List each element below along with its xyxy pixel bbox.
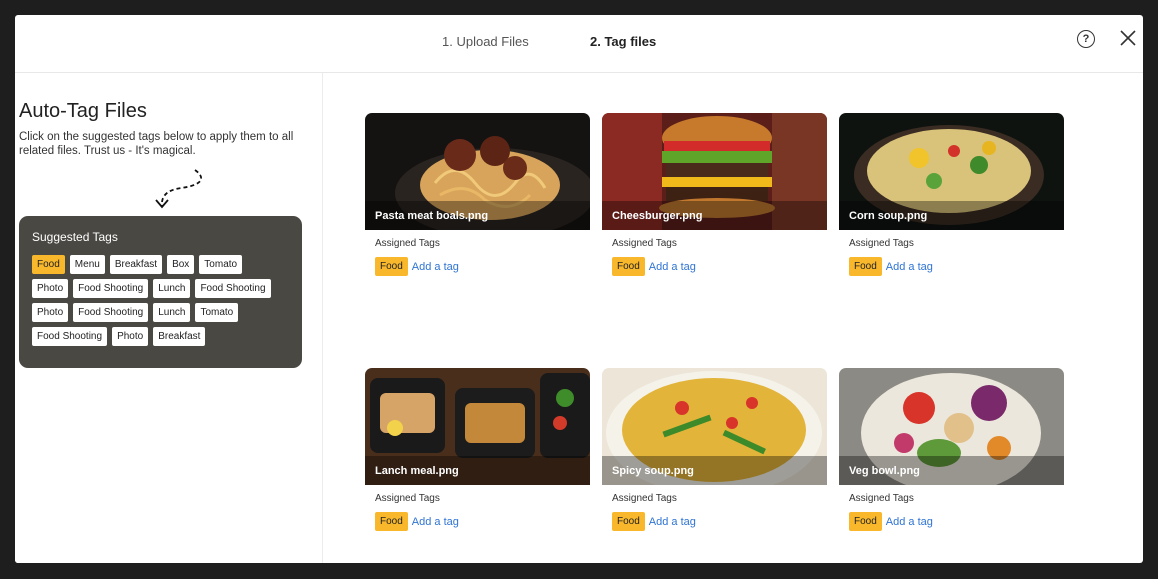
suggested-tag-chip[interactable]: Tomato (195, 303, 239, 322)
suggested-tag-chip[interactable]: Menu (69, 255, 105, 274)
file-card[interactable]: Cheesburger.png Assigned Tags Food Add a… (602, 113, 827, 276)
suggested-tags-panel: Suggested Tags Food Menu Breakfast Box Tomat… (19, 216, 302, 368)
assigned-tags: Food Add a tag (612, 257, 696, 276)
assigned-tags: Food Add a tag (375, 257, 459, 276)
assigned-tags: Food Add a tag (849, 512, 933, 531)
assigned-tags-label: Assigned Tags (849, 493, 914, 504)
tagging-dialog: 1. Upload Files 2. Tag files ? Auto-Tag … (15, 15, 1143, 563)
suggested-tags-list: Food Menu Breakfast Box Tomato Photo Food Shoo… (32, 255, 271, 351)
file-name: Spicy soup.png (612, 465, 694, 477)
suggested-tags-row: Food Menu Breakfast Box Tomato (32, 255, 271, 274)
file-name: Cheesburger.png (612, 210, 703, 222)
file-card[interactable]: Veg bowl.png Assigned Tags Food Add a ta… (839, 368, 1064, 531)
add-tag-link[interactable]: Add a tag (412, 516, 459, 528)
suggested-tag-chip[interactable]: Tomato (199, 255, 243, 274)
file-name: Lanch meal.png (375, 465, 459, 477)
suggested-tag-chip[interactable]: Box (167, 255, 195, 274)
sidebar-description: Click on the suggested tags below to app… (19, 131, 294, 157)
assigned-tags-label: Assigned Tags (612, 493, 677, 504)
assigned-tags: Food Add a tag (849, 257, 933, 276)
add-tag-link[interactable]: Add a tag (886, 516, 933, 528)
suggested-tag-chip[interactable]: Photo (32, 303, 69, 322)
assigned-tags-label: Assigned Tags (612, 238, 677, 249)
suggested-tag-chip[interactable]: Photo (32, 279, 69, 298)
suggested-tags-row: Photo Food Shooting Lunch Food Shooting (32, 279, 271, 298)
suggested-tag-chip[interactable]: Food Shooting (73, 303, 149, 322)
assigned-tags-label: Assigned Tags (849, 238, 914, 249)
suggested-tags-title: Suggested Tags (32, 230, 118, 244)
assigned-tags-label: Assigned Tags (375, 493, 440, 504)
sidebar: Auto-Tag Files Click on the suggested ta… (15, 73, 323, 563)
dashed-arrow-icon (155, 169, 202, 209)
suggested-tags-row: Food Shooting Photo Breakfast (32, 327, 271, 346)
suggested-tag-chip[interactable]: Breakfast (109, 255, 163, 274)
close-icon[interactable] (1119, 29, 1137, 47)
add-tag-link[interactable]: Add a tag (649, 516, 696, 528)
suggested-tag-chip[interactable]: Food Shooting (195, 279, 271, 298)
file-card[interactable]: Pasta meat boals.png Assigned Tags Food … (365, 113, 590, 276)
file-name: Corn soup.png (849, 210, 928, 222)
assigned-tags-label: Assigned Tags (375, 238, 440, 249)
assigned-tag-chip[interactable]: Food (375, 257, 408, 276)
page-title: Auto-Tag Files (19, 100, 147, 122)
assigned-tags: Food Add a tag (375, 512, 459, 531)
suggested-tag-chip[interactable]: Photo (112, 327, 149, 346)
suggested-tag-chip[interactable]: Food Shooting (32, 327, 108, 346)
suggested-tag-chip[interactable]: Lunch (153, 303, 191, 322)
file-card[interactable]: Lanch meal.png Assigned Tags Food Add a … (365, 368, 590, 531)
header-bar: 1. Upload Files 2. Tag files ? (15, 15, 1143, 73)
assigned-tag-chip[interactable]: Food (612, 257, 645, 276)
files-grid: Pasta meat boals.png Assigned Tags Food … (323, 73, 1143, 563)
assigned-tags: Food Add a tag (612, 512, 696, 531)
suggested-tag-chip[interactable]: Breakfast (153, 327, 206, 346)
suggested-tag-chip[interactable]: Lunch (153, 279, 191, 298)
file-name: Pasta meat boals.png (375, 210, 489, 222)
assigned-tag-chip[interactable]: Food (849, 512, 882, 531)
add-tag-link[interactable]: Add a tag (412, 261, 459, 273)
help-icon[interactable]: ? (1077, 30, 1095, 48)
add-tag-link[interactable]: Add a tag (886, 261, 933, 273)
step-tag-files[interactable]: 2. Tag files (590, 34, 656, 49)
suggested-tags-row: Photo Food Shooting Lunch Tomato (32, 303, 271, 322)
suggested-tag-chip[interactable]: Food (32, 255, 65, 274)
assigned-tag-chip[interactable]: Food (849, 257, 882, 276)
file-card[interactable]: Corn soup.png Assigned Tags Food Add a t… (839, 113, 1064, 276)
assigned-tag-chip[interactable]: Food (612, 512, 645, 531)
file-card[interactable]: Spicy soup.png Assigned Tags Food Add a … (602, 368, 827, 531)
suggested-tag-chip[interactable]: Food Shooting (73, 279, 149, 298)
file-name: Veg bowl.png (849, 465, 920, 477)
add-tag-link[interactable]: Add a tag (649, 261, 696, 273)
assigned-tag-chip[interactable]: Food (375, 512, 408, 531)
step-upload-files[interactable]: 1. Upload Files (442, 34, 529, 49)
